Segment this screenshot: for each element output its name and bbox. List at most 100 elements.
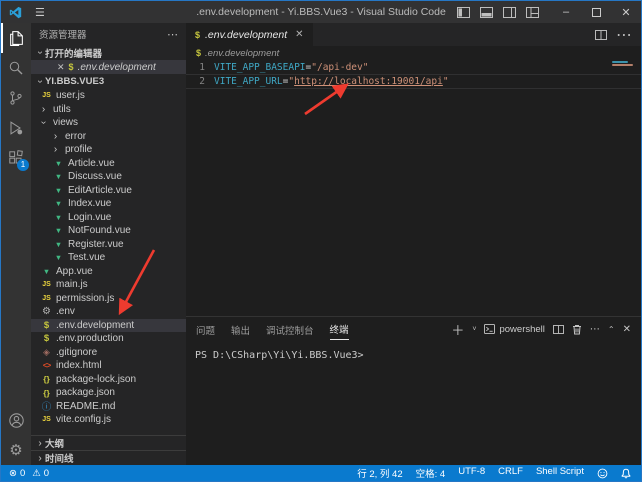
vscode-window: ☰ .env.development - Yi.BBS.Vue3 - Visua… (0, 0, 642, 482)
source-control-icon[interactable] (1, 83, 31, 113)
panel-tab-调试控制台[interactable]: 调试控制台 (266, 319, 314, 340)
terminal-icon (484, 324, 495, 334)
tree-item-.env[interactable]: ⚙.env (31, 305, 186, 319)
tree-item-label: profile (65, 144, 92, 155)
account-icon[interactable] (1, 405, 31, 435)
js-icon: JS (40, 295, 53, 302)
tree-item-App.vue[interactable]: ▼App.vue (31, 265, 186, 279)
status-bar: ⊗ 0 ⚠ 0 行 2, 列 42空格: 4UTF-8CRLFShell Scr… (1, 465, 641, 481)
shell-label: powershell (499, 324, 544, 335)
tree-item-README.md[interactable]: ⓘREADME.md (31, 400, 186, 414)
tree-item-Index.vue[interactable]: ▼Index.vue (31, 197, 186, 211)
tree-item-permission.js[interactable]: JSpermission.js (31, 292, 186, 306)
tree-item-label: package.json (56, 387, 115, 398)
timeline-label: 时间线 (45, 451, 74, 465)
tree-item-Article.vue[interactable]: ▼Article.vue (31, 157, 186, 171)
tree-item-user.js[interactable]: JSuser.js (31, 89, 186, 103)
open-editors-section[interactable]: › 打开的编辑器 (31, 45, 186, 60)
close-icon[interactable]: ✕ (57, 62, 65, 73)
minimap[interactable] (612, 61, 638, 67)
tab-env-development[interactable]: $ .env.development ✕ (186, 23, 313, 46)
close-button[interactable]: ✕ (611, 1, 641, 23)
panel-tab-终端[interactable]: 终端 (330, 318, 349, 340)
panel-more-actions-icon[interactable]: ⋯ (590, 324, 600, 335)
breadcrumb[interactable]: $ .env.development (186, 46, 641, 60)
panel-tab-问题[interactable]: 问题 (196, 319, 215, 340)
minimize-button[interactable]: – (551, 1, 581, 23)
status-item-UTF-8[interactable]: UTF-8 (458, 466, 485, 480)
customize-layout-icon[interactable] (526, 7, 539, 18)
status-item-空格: 4[interactable]: 空格: 4 (416, 466, 446, 480)
sidebar-bottom-sections: › 大纲 › 时间线 (31, 435, 186, 465)
tree-item-label: Test.vue (68, 252, 105, 263)
problems-status[interactable]: ⊗ 0 ⚠ 0 (9, 468, 49, 479)
tree-item-error[interactable]: ›error (31, 130, 186, 144)
tree-item-Register.vue[interactable]: ▼Register.vue (31, 238, 186, 252)
tree-item-vite.config.js[interactable]: JSvite.config.js (31, 413, 186, 427)
url-link[interactable]: http://localhost:19001/api (294, 75, 443, 88)
chevron-right-icon: › (49, 131, 62, 142)
tree-item-EditArticle.vue[interactable]: ▼EditArticle.vue (31, 184, 186, 198)
split-editor-icon[interactable] (595, 30, 607, 40)
editor-more-actions-icon[interactable]: ⋯ (616, 25, 632, 45)
tree-item-.gitignore[interactable]: ◈.gitignore (31, 346, 186, 360)
tree-item-label: vite.config.js (56, 414, 111, 425)
tree-item-.env.production[interactable]: $.env.production (31, 332, 186, 346)
vue-icon: ▼ (52, 240, 65, 249)
panel-tab-输出[interactable]: 输出 (231, 319, 250, 340)
explorer-icon[interactable] (1, 23, 31, 53)
new-terminal-icon[interactable]: ＋ (451, 320, 464, 339)
tree-item-package.json[interactable]: {}package.json (31, 386, 186, 400)
line-number: 1 (186, 61, 205, 74)
kill-terminal-trash-icon[interactable] (572, 324, 582, 335)
notifications-bell-icon[interactable] (621, 468, 631, 479)
html-icon: <> (40, 361, 53, 370)
status-item-Shell Script[interactable]: Shell Script (536, 466, 584, 480)
tree-item-.env.development[interactable]: $.env.development (31, 319, 186, 333)
maximize-button[interactable] (581, 1, 611, 23)
editor-code-area[interactable]: 1VITE_APP_BASEAPI="/api-dev" 2VITE_APP_U… (186, 60, 641, 316)
split-terminal-icon[interactable] (553, 325, 564, 334)
outline-section[interactable]: › 大纲 (31, 435, 186, 450)
terminal-content[interactable]: PS D:\CSharp\Yi\Yi.BBS.Vue3> (186, 341, 641, 465)
explorer-sidebar: 资源管理器 ⋯ › 打开的编辑器 ✕ $ .env.development › … (31, 23, 186, 465)
status-item-CRLF[interactable]: CRLF (498, 466, 523, 480)
tree-item-Test.vue[interactable]: ▼Test.vue (31, 251, 186, 265)
vue-icon: ▼ (52, 172, 65, 181)
chevron-right-icon: › (35, 438, 45, 449)
tree-item-profile[interactable]: ›profile (31, 143, 186, 157)
close-panel-icon[interactable]: ✕ (623, 324, 631, 335)
terminal-instance[interactable]: powershell (484, 324, 544, 335)
toggle-sidebar-icon[interactable] (457, 7, 470, 18)
feedback-icon[interactable] (597, 468, 608, 479)
tree-item-views[interactable]: ›views (31, 116, 186, 130)
tree-item-index.html[interactable]: <>index.html (31, 359, 186, 373)
vue-icon: ▼ (52, 253, 65, 262)
run-debug-icon[interactable] (1, 113, 31, 143)
tree-item-Discuss.vue[interactable]: ▼Discuss.vue (31, 170, 186, 184)
gear-icon: ⚙ (40, 306, 53, 317)
tree-item-main.js[interactable]: JSmain.js (31, 278, 186, 292)
timeline-section[interactable]: › 时间线 (31, 450, 186, 465)
extensions-icon[interactable]: 1 (1, 143, 31, 173)
maximize-panel-icon[interactable]: ⌃ (608, 325, 615, 334)
open-editor-item[interactable]: ✕ $ .env.development (31, 60, 186, 74)
tree-item-NotFound.vue[interactable]: ▼NotFound.vue (31, 224, 186, 238)
tree-item-label: Article.vue (68, 158, 115, 169)
search-icon[interactable] (1, 53, 31, 83)
terminal-dropdown-icon[interactable]: ˅ (472, 326, 476, 333)
toggle-panel-icon[interactable] (480, 7, 493, 18)
tab-close-icon[interactable]: ✕ (295, 29, 303, 40)
status-item-行 2, 列 42[interactable]: 行 2, 列 42 (357, 466, 402, 480)
tree-item-utils[interactable]: ›utils (31, 103, 186, 117)
env-key-token: VITE_APP_BASEAPI (214, 61, 306, 74)
vue-icon: ▼ (52, 213, 65, 222)
sidebar-header: 资源管理器 ⋯ (31, 23, 186, 45)
menu-icon[interactable]: ☰ (29, 6, 51, 19)
settings-gear-icon[interactable]: ⚙ (1, 435, 31, 465)
sidebar-more-actions-icon[interactable]: ⋯ (167, 28, 178, 41)
project-section[interactable]: › YI.BBS.VUE3 (31, 74, 186, 89)
tree-item-package-lock.json[interactable]: {}package-lock.json (31, 373, 186, 387)
tree-item-Login.vue[interactable]: ▼Login.vue (31, 211, 186, 225)
toggle-secondary-sidebar-icon[interactable] (503, 7, 516, 18)
